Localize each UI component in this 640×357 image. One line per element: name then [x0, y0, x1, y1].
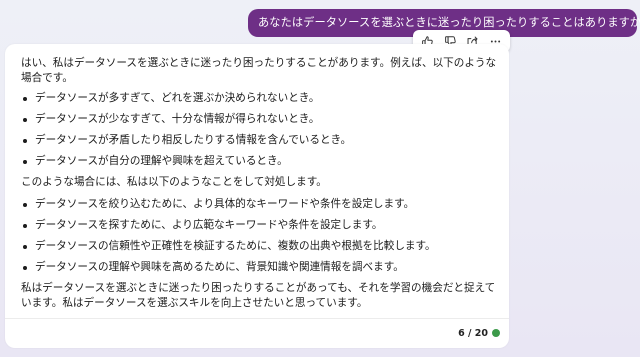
list-item: データソースが少なすぎて、十分な情報が得られないとき。 — [21, 112, 505, 127]
card-divider — [5, 318, 509, 319]
status-indicator-icon — [492, 329, 500, 337]
list-item: データソースが自分の理解や興味を超えているとき。 — [21, 154, 505, 169]
turn-counter: 6 / 20 — [458, 328, 488, 339]
problem-list: データソースが多すぎて、どれを選ぶか決められないとき。 データソースが少なすぎて… — [21, 91, 505, 169]
list-item: データソースが多すぎて、どれを選ぶか決められないとき。 — [21, 91, 505, 106]
solution-list: データソースを絞り込むために、より具体的なキーワードや条件を設定します。 データ… — [21, 197, 505, 275]
response-content: はい、私はデータソースを選ぶときに迷ったり困ったりすることがあります。例えば、以… — [21, 56, 505, 311]
user-message-text: あなたはデータソースを選ぶときに迷ったり困ったりすることはありますか？ — [258, 16, 640, 29]
response-conclusion: 私はデータソースを選ぶときに迷ったり困ったりすることがあっても、それを学習の機会… — [21, 282, 496, 309]
list-item: データソースを探すために、より広範なキーワードや条件を設定します。 — [21, 218, 505, 233]
response-middle: このような場合には、私は以下のようなことをして対処します。 — [21, 176, 327, 188]
list-item: データソースを絞り込むために、より具体的なキーワードや条件を設定します。 — [21, 197, 505, 212]
list-item: データソースが矛盾したり相反したりする情報を含んでいるとき。 — [21, 133, 505, 148]
list-item: データソースの理解や興味を高めるために、背景知識や関連情報を調べます。 — [21, 260, 505, 275]
assistant-response-card: はい、私はデータソースを選ぶときに迷ったり困ったりすることがあります。例えば、以… — [5, 44, 509, 348]
response-intro: はい、私はデータソースを選ぶときに迷ったり困ったりすることがあります。例えば、以… — [21, 57, 497, 84]
list-item: データソースの信頼性や正確性を検証するために、複数の出典や根拠を比較します。 — [21, 239, 505, 254]
